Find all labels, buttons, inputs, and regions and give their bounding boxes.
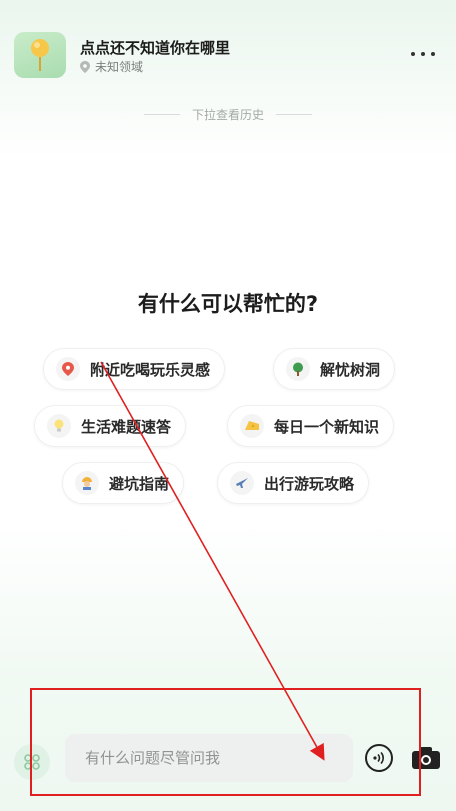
apps-button[interactable] (14, 744, 50, 780)
question-input-box[interactable] (65, 734, 353, 782)
worker-icon (75, 471, 99, 495)
airplane-icon (230, 471, 254, 495)
location-text: 未知领域 (95, 60, 144, 74)
divider (143, 114, 180, 115)
lightbulb-icon (47, 414, 71, 438)
chip-travel-guide[interactable]: 出行游玩攻略 (217, 462, 370, 504)
chip-label: 附近吃喝玩乐灵感 (90, 360, 211, 379)
more-dot-icon (421, 52, 425, 56)
chip-tree-hole[interactable]: 解忧树洞 (273, 348, 396, 390)
pull-history-hint[interactable]: 下拉查看历史 (0, 106, 456, 123)
pin-icon (56, 357, 80, 381)
more-dot-icon (411, 52, 415, 56)
chip-label: 出行游玩攻略 (264, 474, 355, 493)
help-title: 有什么可以帮忙的? (137, 292, 319, 316)
location-label[interactable]: 未知领域 (80, 58, 143, 75)
chip-pitfall-guide[interactable]: 避坑指南 (62, 462, 185, 504)
chip-nearby-inspiration[interactable]: 附近吃喝玩乐灵感 (43, 348, 226, 390)
voice-wave-icon (373, 751, 384, 765)
history-hint-text: 下拉查看历史 (191, 108, 264, 122)
chip-label: 每日一个新知识 (274, 417, 380, 436)
pin-icon (31, 39, 49, 71)
voice-button[interactable] (365, 744, 393, 772)
chip-label: 生活难题速答 (81, 417, 172, 436)
chip-life-problems[interactable]: 生活难题速答 (34, 405, 187, 447)
cheese-icon (240, 414, 264, 438)
chip-label: 解忧树洞 (320, 360, 381, 379)
chip-label: 避坑指南 (109, 474, 170, 493)
more-dot-icon (431, 52, 435, 56)
more-menu-button[interactable] (408, 44, 438, 64)
location-pin-icon (80, 60, 90, 73)
question-input[interactable] (85, 749, 353, 767)
page-title: 点点还不知道你在哪里 (80, 39, 231, 57)
chip-daily-knowledge[interactable]: 每日一个新知识 (227, 405, 395, 447)
tree-icon (286, 357, 310, 381)
grid-icon (24, 754, 40, 770)
header: 点点还不知道你在哪里 未知领域 (0, 0, 456, 100)
divider (276, 114, 312, 115)
camera-button[interactable] (411, 745, 441, 771)
avatar[interactable] (14, 32, 66, 78)
camera-icon (412, 747, 440, 769)
